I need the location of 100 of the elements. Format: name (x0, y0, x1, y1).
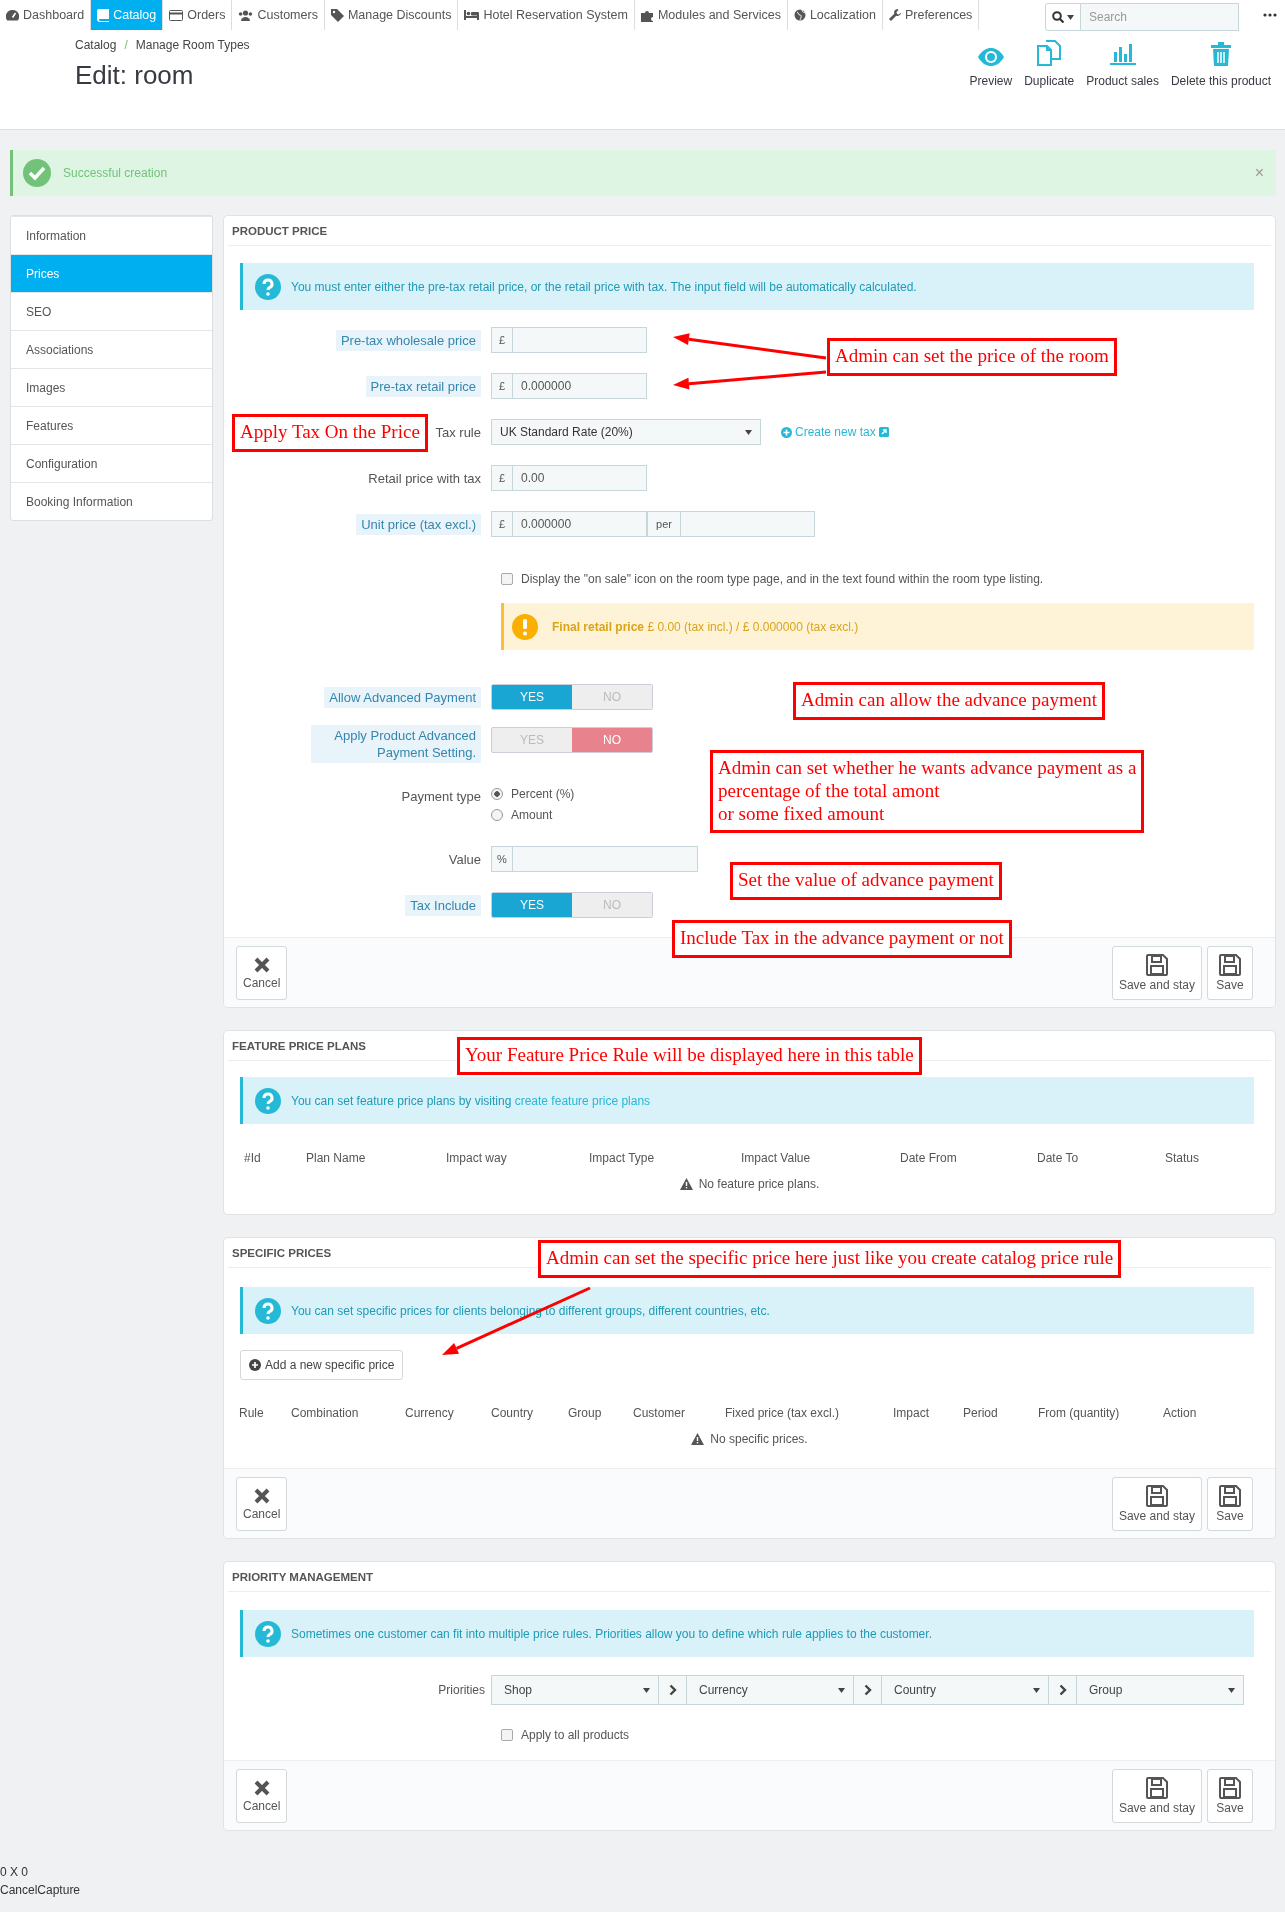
breadcrumb-link[interactable]: Catalog (75, 38, 117, 52)
text-input[interactable] (513, 846, 698, 872)
dropdown[interactable]: Currency (686, 1675, 854, 1705)
warning-text: Final retail price £ 0.00 (tax incl.) / £ 0.000000 (tax excl.) (552, 619, 859, 634)
column-header: Impact (893, 1406, 930, 1420)
external-link-icon (878, 427, 889, 437)
floppy-icon (1219, 1485, 1241, 1507)
chevron-button[interactable] (659, 1675, 686, 1705)
save-and-stay-button[interactable]: Save and stay (1111, 1477, 1202, 1531)
caret-icon (1228, 1687, 1235, 1693)
toolbar-button[interactable]: Delete this product (1164, 44, 1277, 88)
trash-icon (1210, 42, 1231, 66)
save-button[interactable]: Save (1207, 1769, 1253, 1823)
column-header: Customer (633, 1406, 686, 1420)
column-header: Impact Type (589, 1151, 656, 1165)
column-header: Impact way (446, 1151, 508, 1165)
puzzle-icon (640, 8, 654, 22)
annotation: Your Feature Price Rule will be displayed here in this table (457, 1037, 922, 1075)
chevron-button[interactable] (854, 1675, 881, 1705)
page-title: Edit: room (75, 60, 195, 91)
checkbox[interactable] (501, 573, 513, 585)
annotation: Apply Tax On the Price (232, 414, 428, 452)
question-icon (255, 1087, 281, 1114)
column-header: Period (963, 1406, 999, 1420)
column-header: Rule (239, 1406, 265, 1420)
column-header: Country (491, 1406, 535, 1420)
cancel-button[interactable]: Cancel (236, 1477, 288, 1531)
floppy-icon (1145, 1485, 1168, 1507)
toolbar-button[interactable]: Preview (963, 44, 1019, 88)
column-header: Group (568, 1406, 603, 1420)
more-icon (1263, 13, 1277, 17)
field-label: Unit price (tax excl.) (356, 513, 481, 535)
radio-label: Amount (511, 808, 553, 822)
save-and-stay-button[interactable]: Save and stay (1111, 946, 1202, 1000)
text-input[interactable] (681, 511, 815, 537)
gauge-icon (6, 9, 19, 21)
column-header: Status (1165, 1151, 1201, 1165)
dropdown[interactable]: Shop (491, 1675, 659, 1705)
sidebar-item[interactable]: Associations (11, 330, 212, 368)
input-addon: £ (491, 327, 513, 353)
column-header: Fixed price (tax excl.) (725, 1406, 841, 1420)
cancel-button[interactable]: Cancel (236, 946, 288, 1000)
eye-icon (977, 48, 1004, 66)
search-field[interactable]: Search (1081, 3, 1239, 31)
chevron-right-icon (863, 1684, 872, 1696)
floppy-icon (1219, 954, 1241, 976)
caret-icon (1033, 1687, 1040, 1693)
column-header: Plan Name (306, 1151, 367, 1165)
dropdown[interactable]: Country (881, 1675, 1049, 1705)
column-header: From (quantity) (1038, 1406, 1121, 1420)
breadcrumb-link[interactable]: Manage Room Types (135, 38, 250, 52)
add-specific-price-button[interactable]: Add a new specific price (240, 1350, 404, 1380)
column-header: Impact Value (741, 1151, 812, 1165)
cancel-button[interactable]: Cancel (236, 1769, 288, 1823)
dropdown[interactable]: UK Standard Rate (20%) (491, 419, 761, 445)
column-header: Date From (900, 1151, 958, 1165)
chevron-right-icon (668, 1684, 677, 1696)
text-input[interactable]: 0.000000 (513, 511, 647, 537)
sidebar-item[interactable]: Booking Information (11, 482, 212, 520)
caret-icon (1067, 14, 1074, 20)
sidebar-item[interactable]: Features (11, 406, 212, 444)
warning-icon (691, 1433, 705, 1445)
save-and-stay-button[interactable]: Save and stay (1111, 1769, 1202, 1823)
warning-icon (679, 1178, 693, 1190)
info-text: You can set feature price plans by visiting create feature price plans (291, 1093, 651, 1108)
chevron-button[interactable] (1049, 1675, 1076, 1705)
caret-icon (838, 1687, 845, 1693)
dropdown[interactable]: Group (1076, 1675, 1244, 1705)
floppy-icon (1145, 954, 1168, 976)
text-input[interactable]: 0.00 (513, 465, 647, 491)
radio-button[interactable] (491, 788, 503, 800)
field-label: Tax Include (405, 894, 481, 916)
checkbox[interactable] (501, 1729, 513, 1741)
column-header: Action (1163, 1406, 1198, 1420)
column-header: Currency (405, 1406, 455, 1420)
globe-icon (793, 9, 806, 21)
empty-message: No feature price plans. (698, 1177, 820, 1191)
chevron-right-icon (1058, 1684, 1067, 1696)
empty-message: No specific prices. (710, 1432, 808, 1446)
save-button[interactable]: Save (1207, 1477, 1253, 1531)
radio-label: Percent (%) (511, 787, 575, 801)
status-text: 0 X 0 (0, 1864, 30, 1881)
annotation: Set the value of advance payment (730, 862, 1002, 900)
sidebar-item[interactable]: Configuration (11, 444, 212, 482)
field-label: Apply Product Advanced Payment Setting. (311, 725, 481, 763)
sidebar-item[interactable]: Images (11, 368, 212, 406)
sidebar-item[interactable]: SEO (11, 292, 212, 330)
text-input[interactable] (513, 327, 647, 353)
floppy-icon (1219, 1777, 1241, 1799)
close-icon (252, 1779, 271, 1797)
search-icon (1052, 11, 1064, 23)
toolbar-button[interactable]: Product sales (1080, 44, 1165, 88)
save-button[interactable]: Save (1207, 946, 1253, 1000)
search-button[interactable] (1045, 3, 1081, 31)
input-addon: per (647, 511, 681, 537)
toolbar-button[interactable]: Duplicate (1018, 44, 1081, 88)
text-input[interactable]: 0.000000 (513, 373, 647, 399)
question-icon (255, 273, 281, 300)
radio-button[interactable] (491, 809, 503, 821)
plus-circle-icon (781, 426, 792, 438)
